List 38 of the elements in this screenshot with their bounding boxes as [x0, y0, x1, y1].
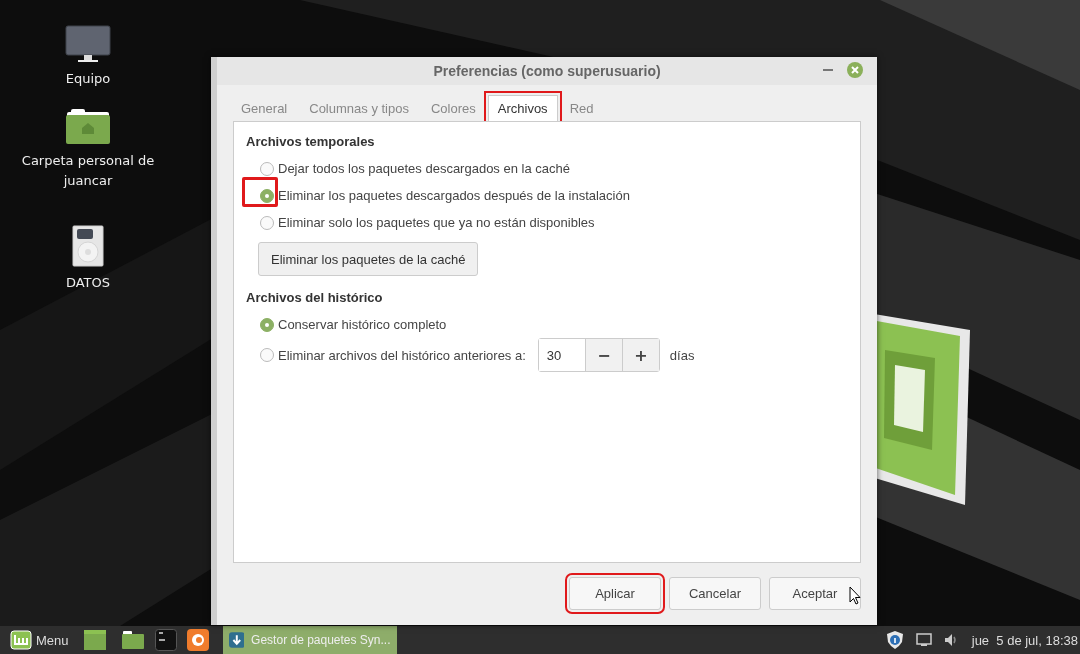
radio-button[interactable]: [260, 215, 274, 230]
display-icon[interactable]: [915, 633, 932, 647]
radio-label[interactable]: Dejar todos los paquetes descargados en la caché: [278, 161, 570, 176]
cursor-icon: [849, 586, 861, 605]
browser-icon[interactable]: [186, 629, 209, 651]
folder-icon[interactable]: [120, 630, 145, 650]
radio-label[interactable]: Conservar histórico completo: [278, 317, 447, 332]
clock[interactable]: jue 5 de jul, 18:38: [971, 632, 1080, 648]
radio-label[interactable]: Eliminar los paquetes descargados después de la instalación: [278, 188, 630, 203]
radio-button[interactable]: [260, 348, 274, 362]
shield-icon[interactable]: [885, 630, 904, 650]
window-title: Preferencias (como superusuario): [433, 63, 661, 79]
section-heading: Archivos del histórico: [246, 290, 383, 305]
terminal-icon[interactable]: [154, 629, 177, 651]
decrement-button[interactable]: −: [584, 339, 622, 371]
radio-button[interactable]: [260, 161, 274, 176]
monitor-icon[interactable]: [65, 25, 111, 63]
desktop-window-icon[interactable]: [82, 629, 107, 651]
dialog-button[interactable]: Aceptar: [769, 577, 861, 610]
download-icon: [228, 632, 245, 648]
radio-label[interactable]: Eliminar archivos del histórico anteriores a:: [278, 347, 526, 363]
desktop-icon-label[interactable]: Equipo: [65, 69, 111, 89]
home-folder-icon[interactable]: [65, 107, 111, 145]
mint-logo-icon: [10, 630, 32, 650]
dialog-button[interactable]: Cancelar: [669, 577, 761, 610]
increment-button[interactable]: +: [621, 339, 659, 371]
menu-button[interactable]: Menu: [6, 626, 73, 654]
number-spin-field[interactable]: 30 − +: [537, 338, 660, 372]
drive-icon[interactable]: [72, 225, 104, 267]
unit-label: días: [669, 347, 695, 363]
radio-button[interactable]: [260, 317, 274, 332]
section-heading: Archivos temporales: [246, 134, 375, 149]
desktop-icon-label[interactable]: DATOS: [65, 273, 111, 293]
radio-button[interactable]: [260, 188, 274, 203]
radio-label[interactable]: Eliminar solo los paquetes que ya no están disponibles: [278, 215, 595, 230]
clear-cache-button[interactable]: Eliminar los paquetes de la caché: [258, 242, 479, 276]
desktop-icon-label[interactable]: Carpeta personal de juancar: [18, 151, 158, 191]
minimize-icon[interactable]: [823, 69, 833, 72]
